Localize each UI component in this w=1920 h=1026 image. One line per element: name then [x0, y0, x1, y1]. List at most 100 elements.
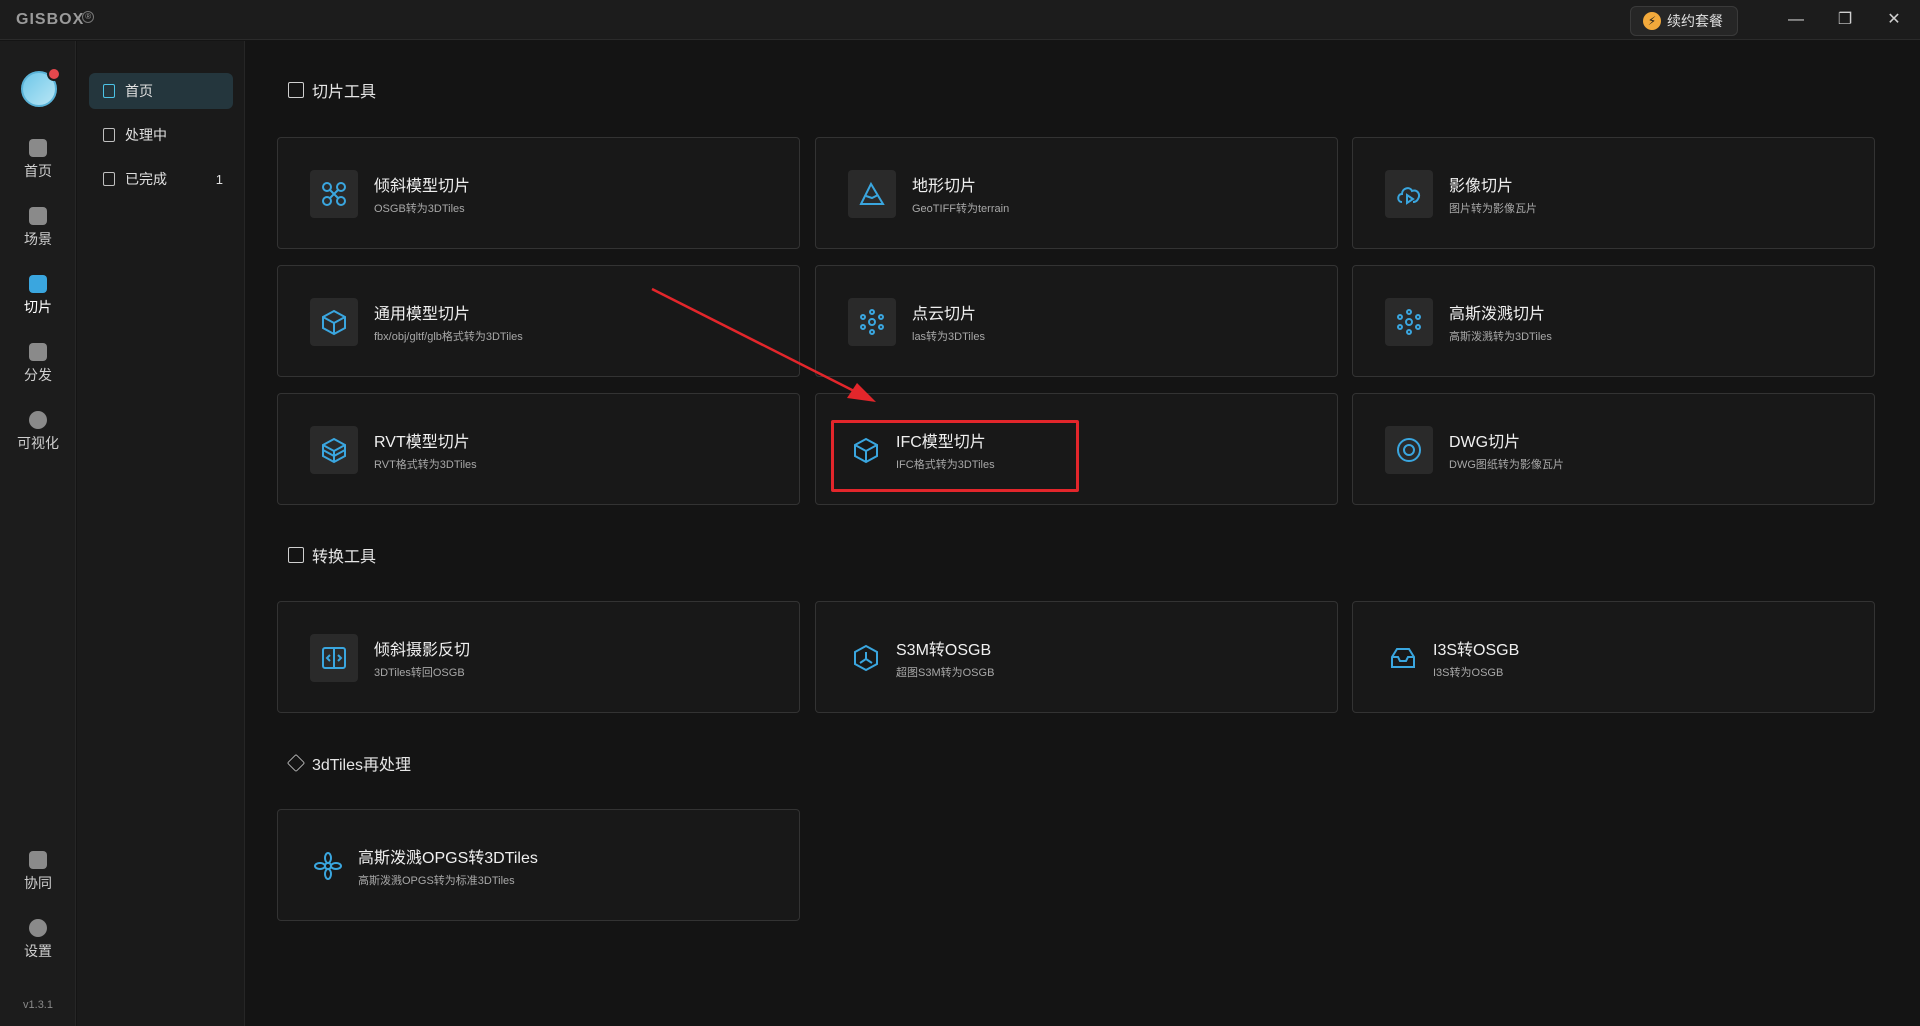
folder-convert-icon	[288, 547, 304, 563]
card-oblique-model[interactable]: 倾斜模型切片 OSGB转为3DTiles	[277, 137, 800, 249]
card-subtitle: DWG图纸转为影像瓦片	[1449, 459, 1564, 471]
sub-nav: 首页 处理中 已完成 1	[77, 41, 245, 1026]
card-gaussian-splat[interactable]: 高斯泼溅切片 高斯泼溅转为3DTiles	[1352, 265, 1875, 377]
bolt-icon: ⚡	[1643, 12, 1661, 30]
completed-count: 1	[215, 171, 223, 187]
card-subtitle: 3DTiles转回OSGB	[374, 667, 465, 679]
box-icon	[310, 426, 358, 474]
nav-settings-label: 设置	[24, 943, 52, 959]
nav-slice[interactable]: 切片	[0, 275, 76, 331]
card-title: S3M转OSGB	[896, 642, 992, 659]
slice-icon	[29, 275, 47, 293]
card-subtitle: 超图S3M转为OSGB	[896, 667, 995, 679]
nav-collab-label: 协同	[24, 875, 52, 891]
card-title: DWG切片	[1449, 434, 1521, 451]
minimize-button[interactable]: —	[1781, 8, 1811, 32]
hexagon-icon	[842, 634, 890, 682]
section-convert-title: 转换工具	[312, 549, 377, 566]
subnav-home[interactable]: 首页	[89, 73, 233, 109]
cube-icon	[29, 207, 47, 225]
visual-icon	[29, 411, 47, 429]
card-oblique-reverse[interactable]: 倾斜摄影反切 3DTiles转回OSGB	[277, 601, 800, 713]
card-subtitle: 图片转为影像瓦片	[1449, 203, 1537, 215]
card-subtitle: RVT格式转为3DTiles	[374, 459, 477, 471]
version-label: v1.3.1	[23, 999, 53, 1011]
card-dwg[interactable]: DWG切片 DWG图纸转为影像瓦片	[1352, 393, 1875, 505]
title-bar: GISBOX® ⚡ 续约套餐 — ❐ ✕	[0, 0, 1920, 40]
box-icon	[310, 298, 358, 346]
cube-outline-icon	[286, 753, 306, 773]
highlight-box	[831, 420, 1079, 492]
section-reprocess-title: 3dTiles再处理	[312, 757, 411, 774]
card-subtitle: 高斯泼溅OPGS转为标准3DTiles	[358, 875, 515, 887]
app-logo: GISBOX®	[16, 11, 95, 29]
nav-settings[interactable]: 设置	[0, 919, 76, 975]
distribute-icon	[29, 343, 47, 361]
nav-visual[interactable]: 可视化	[0, 411, 76, 467]
flower-icon	[304, 842, 352, 890]
lock-icon	[29, 851, 47, 869]
nav-scene[interactable]: 场景	[0, 207, 76, 263]
card-title: 地形切片	[912, 178, 977, 195]
card-subtitle: 高斯泼溅转为3DTiles	[1449, 331, 1552, 343]
card-title: 倾斜摄影反切	[374, 642, 471, 659]
card-rvt-model[interactable]: RVT模型切片 RVT格式转为3DTiles	[277, 393, 800, 505]
notification-dot	[47, 67, 61, 81]
subnav-completed[interactable]: 已完成 1	[89, 161, 233, 197]
drone-icon	[310, 170, 358, 218]
subnav-processing[interactable]: 处理中	[89, 117, 233, 153]
subnav-completed-label: 已完成	[125, 171, 167, 187]
card-imagery[interactable]: 影像切片 图片转为影像瓦片	[1352, 137, 1875, 249]
nav-slice-label: 切片	[24, 299, 52, 315]
renew-plan-label: 续约套餐	[1667, 13, 1723, 29]
nav-distribute[interactable]: 分发	[0, 343, 76, 399]
section-convert-tools: 转换工具	[288, 543, 376, 567]
card-i3s-to-osgb[interactable]: I3S转OSGB I3S转为OSGB	[1352, 601, 1875, 713]
point-cloud-icon	[848, 298, 896, 346]
card-title: RVT模型切片	[374, 434, 470, 451]
card-opgs-to-3dtiles[interactable]: 高斯泼溅OPGS转3DTiles 高斯泼溅OPGS转为标准3DTiles	[277, 809, 800, 921]
section-reprocess: 3dTiles再处理	[286, 751, 411, 775]
inbox-icon	[1379, 634, 1427, 682]
nav-distribute-label: 分发	[24, 367, 52, 383]
card-general-model[interactable]: 通用模型切片 fbx/obj/gltf/glb格式转为3DTiles	[277, 265, 800, 377]
home-icon	[29, 139, 47, 157]
card-terrain[interactable]: 地形切片 GeoTIFF转为terrain	[815, 137, 1338, 249]
renew-plan-button[interactable]: ⚡ 续约套餐	[1630, 6, 1738, 36]
file-icon	[103, 128, 115, 142]
cloud-play-icon	[1385, 170, 1433, 218]
logo-badge: ®	[82, 11, 95, 23]
mountain-icon	[848, 170, 896, 218]
point-cloud-icon	[1385, 298, 1433, 346]
file-check-icon	[103, 172, 115, 186]
nav-collab[interactable]: 协同	[0, 851, 76, 907]
nav-home[interactable]: 首页	[0, 139, 76, 195]
restore-button[interactable]: ❐	[1830, 8, 1860, 32]
section-slice-title: 切片工具	[312, 84, 377, 101]
left-nav: 首页 场景 切片 分发 可视化 协同 设置 v1.3.1	[0, 41, 76, 1026]
section-slice-tools: 切片工具	[288, 78, 376, 102]
map-icon	[288, 82, 304, 98]
subnav-processing-label: 处理中	[125, 127, 167, 143]
nav-scene-label: 场景	[24, 231, 52, 247]
card-title: 高斯泼溅OPGS转3DTiles	[358, 850, 538, 867]
disc-icon	[1385, 426, 1433, 474]
card-title: I3S转OSGB	[1433, 642, 1520, 659]
nav-home-label: 首页	[24, 163, 52, 179]
close-button[interactable]: ✕	[1879, 8, 1909, 32]
card-title: 通用模型切片	[374, 306, 471, 323]
nav-visual-label: 可视化	[17, 435, 59, 451]
card-subtitle: OSGB转为3DTiles	[374, 203, 465, 215]
file-icon	[103, 84, 115, 98]
card-title: 影像切片	[1449, 178, 1514, 195]
card-s3m-to-osgb[interactable]: S3M转OSGB 超图S3M转为OSGB	[815, 601, 1338, 713]
card-subtitle: GeoTIFF转为terrain	[912, 203, 1010, 215]
card-subtitle: fbx/obj/gltf/glb格式转为3DTiles	[374, 331, 523, 343]
card-title: 高斯泼溅切片	[1449, 306, 1546, 323]
card-title: 点云切片	[912, 306, 977, 323]
card-point-cloud[interactable]: 点云切片 las转为3DTiles	[815, 265, 1338, 377]
code-file-icon	[310, 634, 358, 682]
subnav-home-label: 首页	[125, 83, 153, 99]
card-title: 倾斜模型切片	[374, 178, 471, 195]
card-subtitle: I3S转为OSGB	[1433, 667, 1504, 679]
